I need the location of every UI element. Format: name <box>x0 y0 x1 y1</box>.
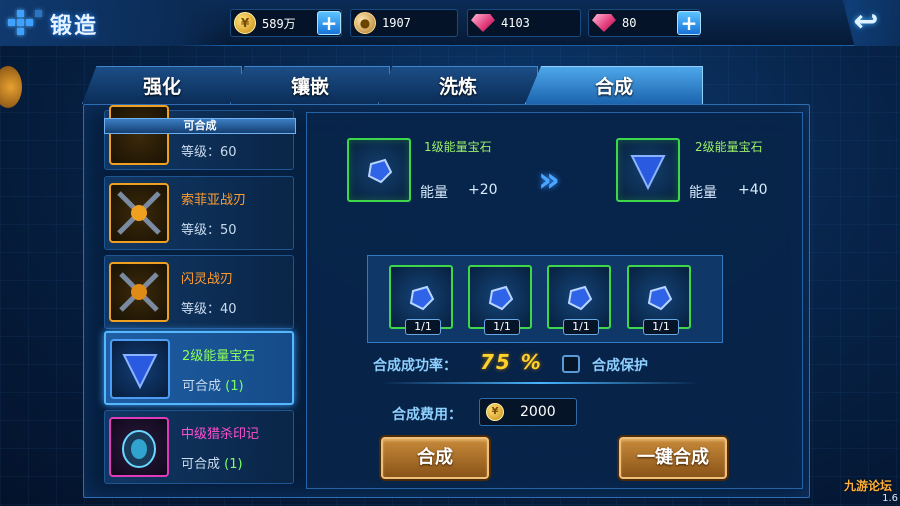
gold-coin-icon: ¥ <box>234 12 256 34</box>
bronze-resource: ● 1907 <box>350 9 458 37</box>
item-name: 2级能量宝石 <box>182 349 256 364</box>
item-name: 中级猎杀印记 <box>181 427 260 442</box>
material-slot[interactable]: 1/1 <box>627 265 691 335</box>
divider-glow <box>380 382 700 384</box>
source-gem-name: 1级能量宝石 <box>424 140 492 154</box>
gold-value: 589万 <box>262 16 296 31</box>
tab-inlay[interactable]: 镶嵌 <box>230 66 390 104</box>
target-attr-value: +40 <box>738 182 768 198</box>
source-attr-value: +20 <box>468 182 498 198</box>
item-name: 闪灵战刃 <box>181 272 234 287</box>
diamond-icon <box>592 14 616 32</box>
item-name: 索菲亚战刃 <box>181 193 247 208</box>
status-label: 可合成 <box>181 457 221 472</box>
item-status: 可合成 (1) <box>182 375 244 394</box>
energy-gem-icon <box>110 339 170 399</box>
hunt-mark-icon <box>109 417 169 477</box>
watermark: 九游论坛 <box>843 479 892 493</box>
list-item-selected[interactable]: 2级能量宝石 可合成 (1) <box>104 331 294 405</box>
material-slot[interactable]: 1/1 <box>547 265 611 335</box>
target-gem-name: 2级能量宝石 <box>695 140 763 154</box>
tab-label: 洗炼 <box>438 76 477 98</box>
cost-box: ¥ 2000 <box>479 398 577 426</box>
gem-value: 4103 <box>501 16 530 30</box>
source-gem-slot[interactable] <box>347 138 411 202</box>
back-arrow-icon[interactable]: ↩ <box>846 5 886 39</box>
gold-coin-icon: ¥ <box>486 403 504 421</box>
tab-synthesize[interactable]: 合成 <box>525 66 703 104</box>
synthesize-button[interactable]: 合成 <box>381 437 489 479</box>
page-title: 锻造 <box>50 14 99 39</box>
pink-gem-icon <box>471 14 495 32</box>
tab-refine[interactable]: 洗炼 <box>378 66 538 104</box>
target-gem-slot[interactable] <box>616 138 680 202</box>
weapon-icon <box>109 262 169 322</box>
title-block: 锻造 <box>0 0 225 46</box>
arrow-right-icon: » <box>538 160 560 200</box>
tab-label: 强化 <box>142 76 181 98</box>
cost-value: 2000 <box>520 404 556 420</box>
status-count: (1) <box>224 457 243 472</box>
target-attr-label: 能量 <box>689 185 717 201</box>
item-level: 等级：40 <box>181 302 237 317</box>
success-rate-label: 合成成功率： <box>373 358 457 374</box>
weapon-icon <box>109 183 169 243</box>
diamond-value: 80 <box>622 16 637 30</box>
weapon-icon <box>109 105 169 165</box>
status-label: 可合成 <box>182 379 222 394</box>
success-rate-value: 75 % <box>480 350 543 374</box>
material-qty: 1/1 <box>405 319 441 335</box>
tab-label: 合成 <box>594 76 633 98</box>
item-level: 等级：50 <box>181 223 237 238</box>
top-bar: 锻造 ¥ 589万 + ● 1907 4103 80 + ↩ <box>0 0 900 46</box>
synthesize-all-button[interactable]: 一键合成 <box>619 437 727 479</box>
material-slot[interactable]: 1/1 <box>389 265 453 335</box>
status-count: (1) <box>225 379 244 394</box>
list-header: 可合成 <box>104 118 296 134</box>
material-slot[interactable]: 1/1 <box>468 265 532 335</box>
list-item[interactable]: 闪灵战刃 等级：40 <box>104 255 294 329</box>
source-attr-label: 能量 <box>420 185 448 201</box>
protect-checkbox[interactable] <box>562 355 580 373</box>
list-item[interactable]: 中级猎杀印记 可合成 (1) <box>104 410 294 484</box>
gem-resource: 4103 <box>467 9 581 37</box>
add-diamond-button[interactable]: + <box>677 11 701 35</box>
material-qty: 1/1 <box>563 319 599 335</box>
material-qty: 1/1 <box>484 319 520 335</box>
bronze-coin-icon: ● <box>354 12 376 34</box>
list-item[interactable]: 索菲亚战刃 等级：50 <box>104 176 294 250</box>
cost-label: 合成费用： <box>392 407 462 423</box>
tab-label: 镶嵌 <box>290 76 329 98</box>
item-level: 等级：60 <box>181 145 237 160</box>
item-status: 可合成 (1) <box>181 453 243 472</box>
add-gold-button[interactable]: + <box>317 11 341 35</box>
tab-strengthen[interactable]: 强化 <box>82 66 242 104</box>
forge-logo-icon <box>8 10 42 36</box>
version-label: 1.6 <box>882 493 898 504</box>
material-qty: 1/1 <box>643 319 679 335</box>
protect-label: 合成保护 <box>592 358 648 374</box>
bronze-value: 1907 <box>382 16 411 30</box>
